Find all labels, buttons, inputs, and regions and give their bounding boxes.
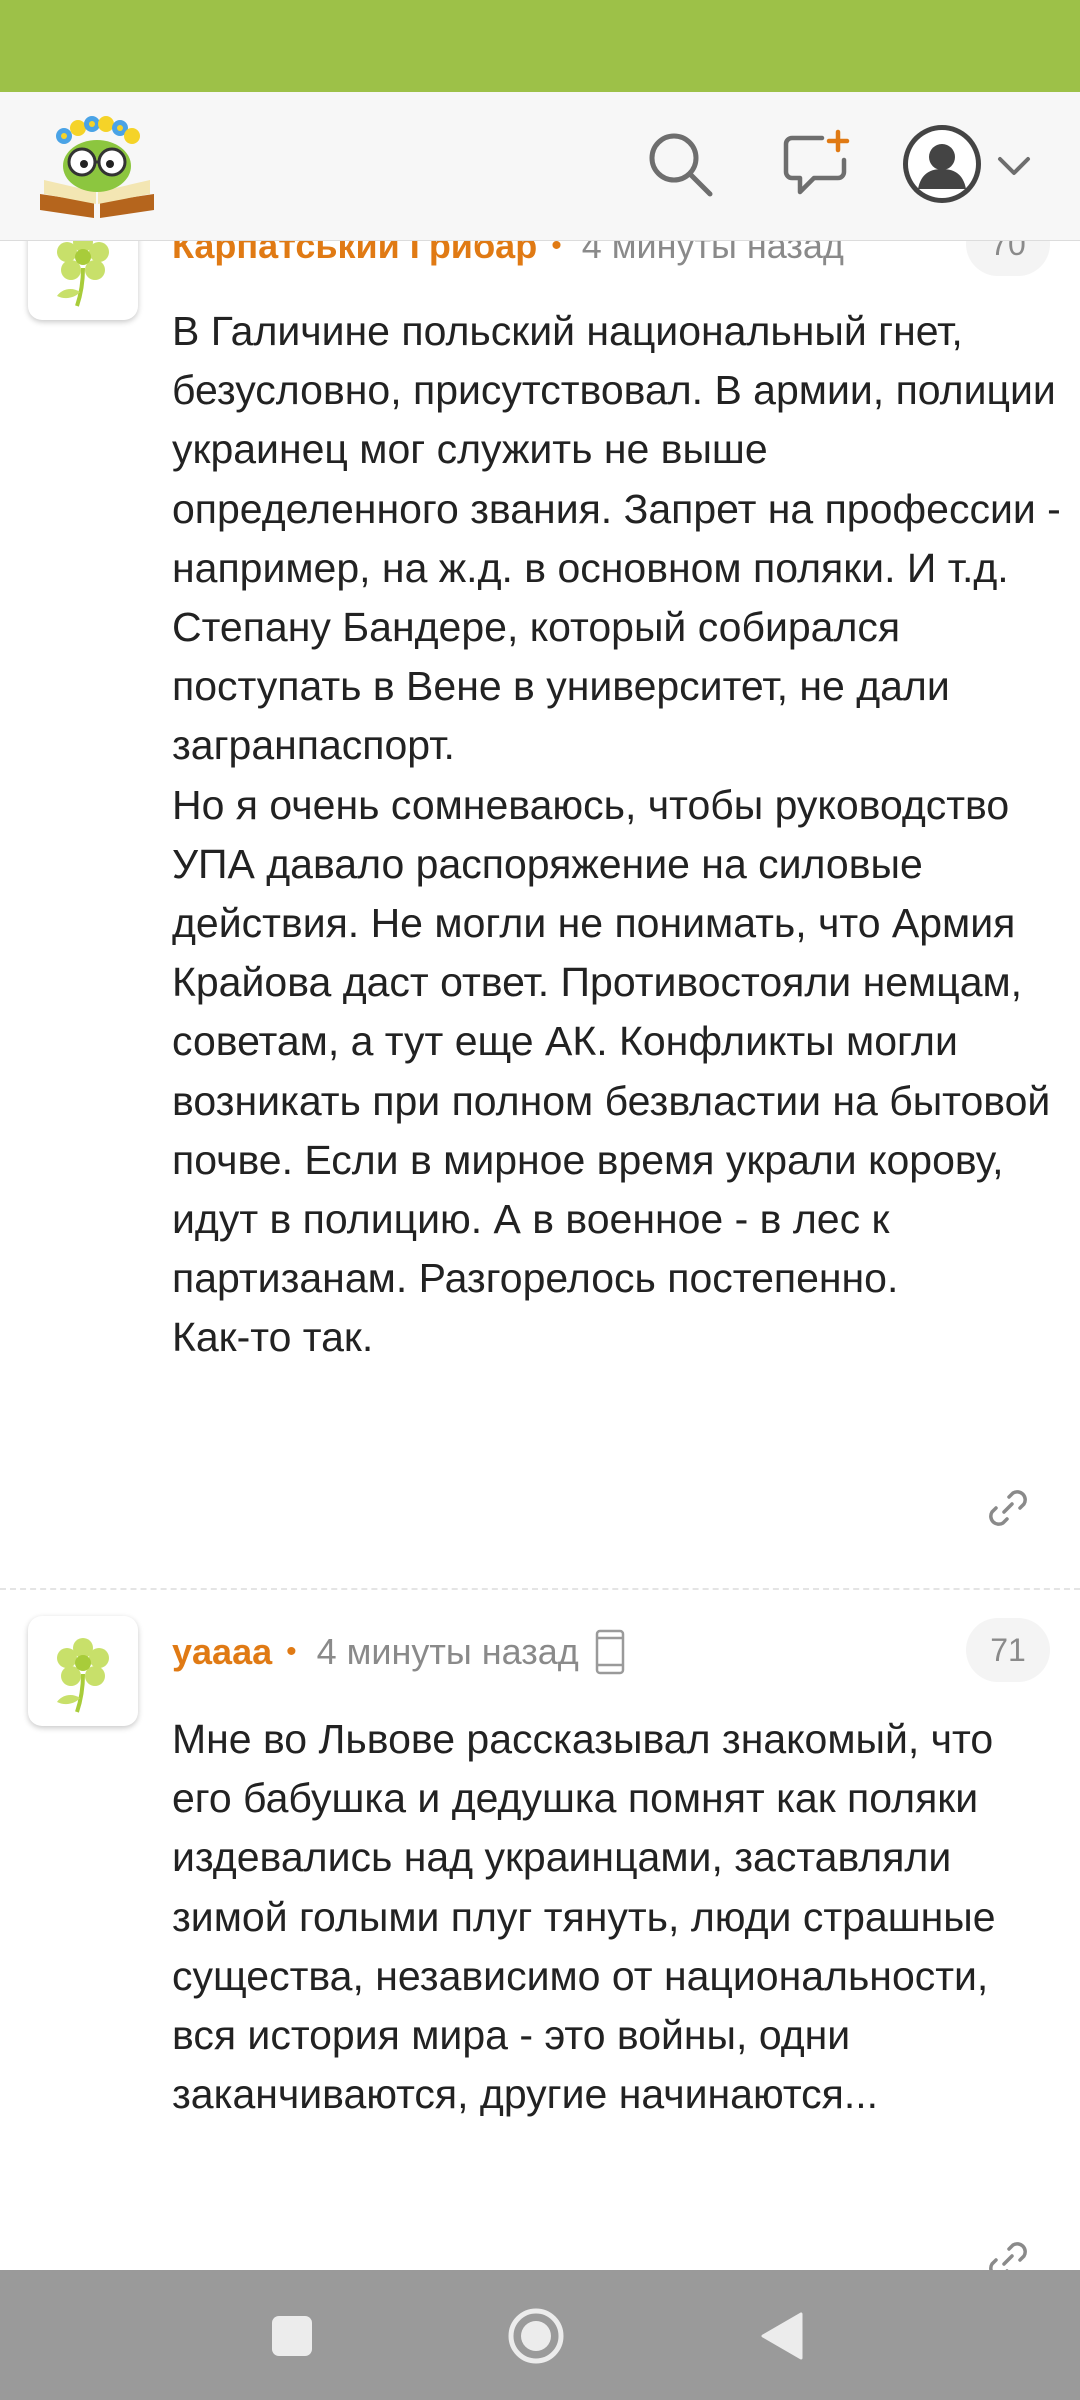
comment-text: Мне во Львове рассказывал знакомый, что … [172,1716,996,2118]
comment-meta: yaaaa • 4 минуты назад [172,1622,627,1682]
comment-author[interactable]: yaaaa [172,1631,272,1673]
book-with-glasses-logo[interactable] [34,110,160,227]
circle-home-icon[interactable] [500,2300,572,2372]
comments-list: Карпатський Грибар • 4 минуты назад 70 В… [0,0,1080,2270]
meta-separator: • [286,1635,297,1668]
search-icon[interactable] [640,124,720,204]
square-recents-icon[interactable] [256,2300,328,2372]
comment-time: 4 минуты назад [316,1631,579,1672]
user-avatar-icon[interactable] [900,122,984,206]
app-header [0,92,1080,241]
chevron-down-icon[interactable] [992,144,1036,188]
link-icon[interactable] [982,2234,1034,2270]
comment-rating[interactable]: 71 [966,1618,1050,1682]
chat-plus-icon[interactable] [776,124,856,204]
mobile-phone-icon [593,1629,627,1675]
flower-avatar-icon [57,1638,109,1713]
system-navigation-bar [0,2270,1080,2400]
comment-text: В Галичине польский национальный гнет, б… [172,308,1061,1361]
comment-avatar[interactable] [28,1616,138,1726]
triangle-back-icon[interactable] [746,2300,818,2372]
link-icon[interactable] [982,1482,1034,1534]
comment-divider [0,1588,1080,1590]
